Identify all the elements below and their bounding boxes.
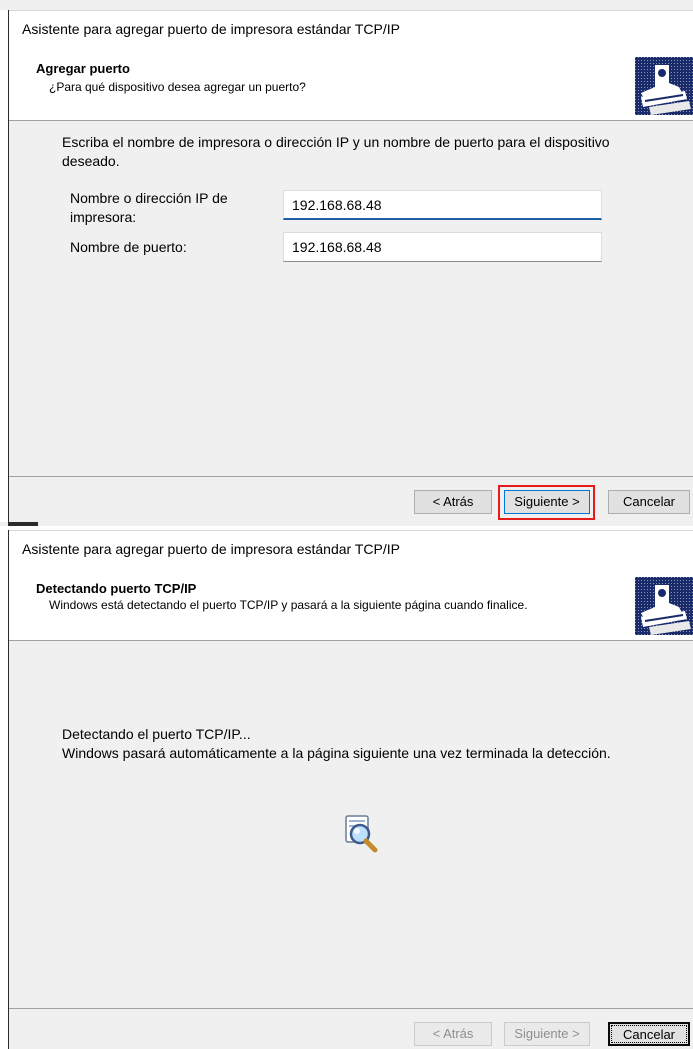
instruction-text: Escriba el nombre de impresora o direcci… xyxy=(62,134,610,169)
header-subtitle: Windows está detectando el puerto TCP/IP… xyxy=(49,598,528,612)
detecting-detail: Windows pasará automáticamente a la pági… xyxy=(62,745,611,761)
back-button[interactable]: < Atrás xyxy=(414,490,492,514)
next-button[interactable]: Siguiente > xyxy=(504,490,590,514)
detecting-message: Detectando el puerto TCP/IP... xyxy=(62,726,251,742)
header-title: Agregar puerto xyxy=(36,61,130,76)
cancel-button[interactable]: Cancelar xyxy=(608,1022,690,1046)
ip-address-input[interactable]: 192.168.68.48 xyxy=(283,190,602,220)
wizard-header: Detectando puerto TCP/IP Windows está de… xyxy=(9,566,693,641)
window-left-border xyxy=(0,530,9,1049)
window-left-border xyxy=(0,10,9,522)
header-subtitle: ¿Para qué dispositivo desea agregar un p… xyxy=(49,80,306,94)
magnifier-search-icon xyxy=(345,815,378,853)
header-title: Detectando puerto TCP/IP xyxy=(36,581,197,596)
window-title: Asistente para agregar puerto de impreso… xyxy=(9,530,693,566)
printer-wizard-icon xyxy=(635,577,693,635)
next-button[interactable]: Siguiente > xyxy=(504,1022,590,1046)
ip-label: Nombre o dirección IP de impresora: xyxy=(70,190,228,225)
printer-wizard-icon xyxy=(635,57,693,115)
port-name-label: Nombre de puerto: xyxy=(70,239,187,255)
window-bottom-edge xyxy=(8,522,38,526)
add-port-wizard-dialog: Asistente para agregar puerto de impreso… xyxy=(0,0,693,526)
footer-divider xyxy=(9,1008,693,1009)
wizard-header: Agregar puerto ¿Para qué dispositivo des… xyxy=(9,46,693,121)
detecting-port-wizard-dialog: Asistente para agregar puerto de impreso… xyxy=(0,530,693,1049)
cancel-button[interactable]: Cancelar xyxy=(608,490,690,514)
back-button[interactable]: < Atrás xyxy=(414,1022,492,1046)
footer-divider xyxy=(9,476,693,477)
window-title: Asistente para agregar puerto de impreso… xyxy=(9,10,693,46)
port-name-input[interactable]: 192.168.68.48 xyxy=(283,232,602,262)
